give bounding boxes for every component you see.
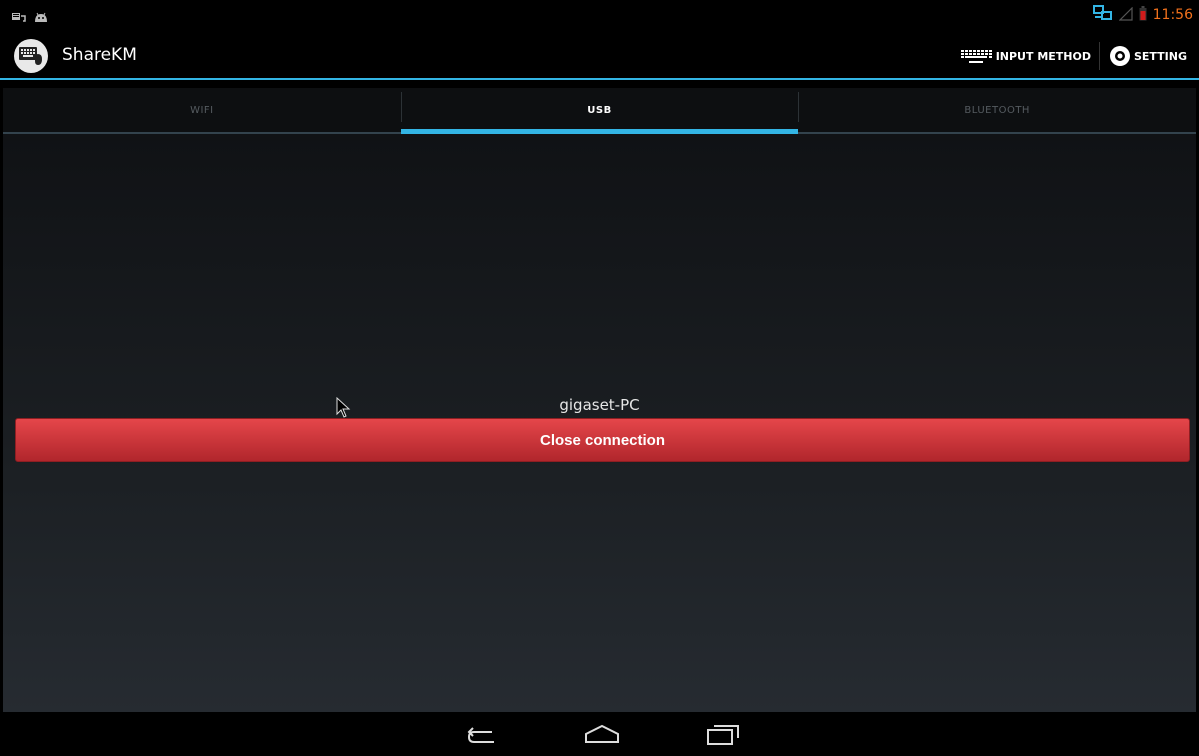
setting-button[interactable]: SETTING bbox=[1100, 44, 1195, 68]
input-method-label: INPUT METHOD bbox=[995, 49, 1091, 63]
recent-apps-icon[interactable] bbox=[706, 722, 740, 750]
tab-bluetooth[interactable]: BLUETOOTH bbox=[798, 88, 1196, 132]
input-method-button[interactable]: INPUT METHOD bbox=[952, 48, 1099, 64]
nav-bar bbox=[0, 712, 1199, 756]
tab-bar: WIFI USB BLUETOOTH bbox=[3, 88, 1196, 134]
main-content: gigaset-PC Close connection bbox=[3, 134, 1196, 712]
signal-icon bbox=[1118, 6, 1133, 25]
home-icon[interactable] bbox=[584, 722, 620, 750]
keyboard-mouse-icon bbox=[19, 47, 42, 65]
back-icon[interactable] bbox=[466, 722, 498, 750]
close-connection-button[interactable]: Close connection bbox=[15, 418, 1190, 462]
device-name: gigaset-PC bbox=[559, 396, 640, 414]
status-bar: 11:56 bbox=[0, 0, 1199, 30]
battery-icon bbox=[1139, 5, 1147, 25]
keyboard-icon bbox=[960, 50, 992, 63]
app-icon[interactable] bbox=[14, 39, 48, 73]
tab-label: BLUETOOTH bbox=[964, 104, 1030, 116]
tab-label: WIFI bbox=[190, 104, 214, 116]
mouse-cursor-icon bbox=[336, 396, 352, 423]
network-icon bbox=[1092, 5, 1113, 25]
close-connection-label: Close connection bbox=[539, 431, 666, 449]
android-icon bbox=[34, 8, 48, 27]
app-title: ShareKM bbox=[62, 45, 137, 65]
tab-label: USB bbox=[587, 104, 612, 116]
clock: 11:56 bbox=[1152, 7, 1193, 23]
tab-usb[interactable]: USB bbox=[400, 88, 799, 134]
status-right: 11:56 bbox=[1092, 5, 1193, 25]
usb-debug-icon bbox=[12, 8, 26, 27]
gear-icon bbox=[1109, 46, 1130, 66]
setting-label: SETTING bbox=[1133, 49, 1187, 63]
tab-wifi[interactable]: WIFI bbox=[3, 88, 401, 132]
status-left bbox=[12, 8, 48, 27]
action-items: INPUT METHOD SETTING bbox=[952, 42, 1195, 70]
action-bar: ShareKM INPUT METHOD SETTING bbox=[0, 30, 1199, 80]
